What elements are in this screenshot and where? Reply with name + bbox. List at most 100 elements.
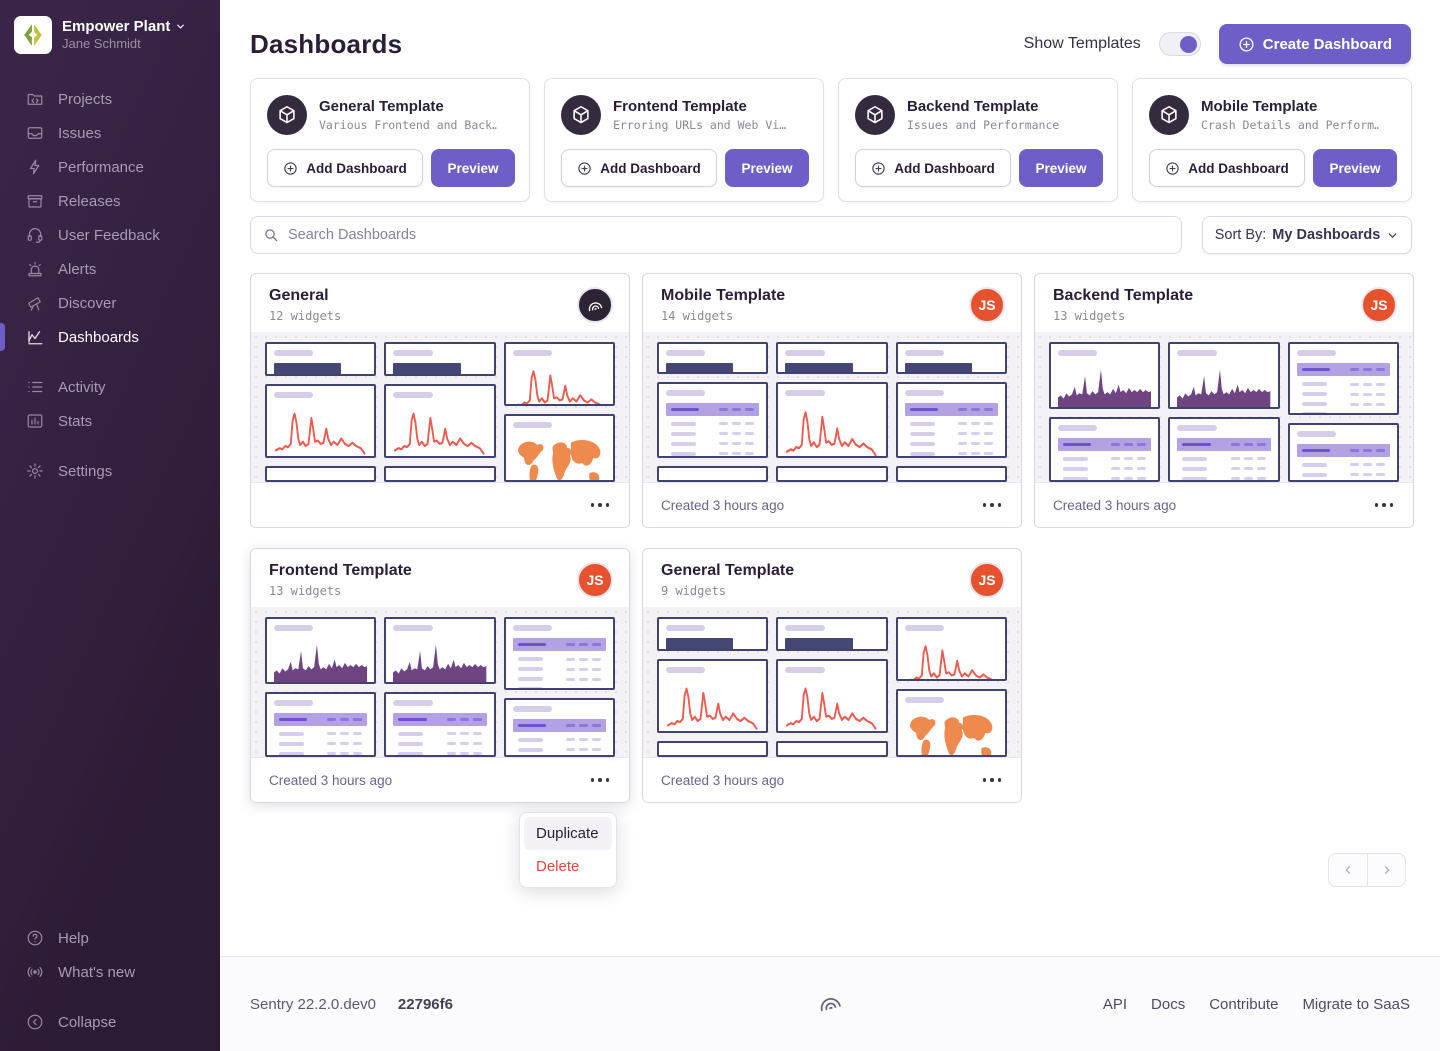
projects-icon — [26, 90, 44, 108]
widget-preview-column — [896, 617, 1007, 757]
preview-button[interactable]: Preview — [1019, 149, 1103, 187]
sidebar-item-label: Activity — [58, 379, 106, 396]
template-cube-icon — [267, 95, 307, 135]
sort-by-dropdown[interactable]: Sort By: My Dashboards — [1202, 216, 1412, 254]
widget-preview-column — [657, 617, 768, 757]
create-dashboard-button[interactable]: Create Dashboard — [1219, 24, 1411, 64]
dashboard-card-general-template[interactable]: General Template 9 widgets JS Created 3 … — [642, 548, 1022, 803]
sidebar-item-dashboards[interactable]: Dashboards — [0, 320, 220, 354]
widget-preview-tile-bignum — [896, 342, 1007, 374]
template-cube-icon — [1149, 95, 1189, 135]
dashboard-card-frontend-template[interactable]: Frontend Template 13 widgets JS Created … — [250, 548, 630, 803]
dashboard-preview — [643, 607, 1021, 757]
org-user-name: Jane Schmidt — [62, 36, 186, 52]
widget-preview-tile-stub — [776, 741, 887, 757]
overflow-menu-button[interactable] — [979, 772, 1006, 788]
sidebar-item-projects[interactable]: Projects — [0, 82, 220, 116]
show-templates-toggle[interactable] — [1159, 32, 1201, 56]
widget-preview-tile-line — [776, 382, 887, 458]
sidebar-item-stats[interactable]: Stats — [0, 404, 220, 438]
widget-preview-tile-area — [384, 617, 495, 684]
add-dashboard-button[interactable]: Add Dashboard — [855, 149, 1011, 187]
overflow-menu-button[interactable] — [979, 497, 1006, 513]
sidebar-item-alerts[interactable]: Alerts — [0, 252, 220, 286]
widget-preview-column — [896, 342, 1007, 482]
previous-page-button[interactable] — [1328, 853, 1367, 887]
dashboard-widget-count: 12 widgets — [269, 309, 341, 323]
sidebar-item-discover[interactable]: Discover — [0, 286, 220, 320]
dashboard-preview — [643, 332, 1021, 482]
widget-preview-tile-bignum — [657, 617, 768, 651]
widget-preview-tile-table — [1288, 423, 1399, 482]
template-cube-icon — [855, 95, 895, 135]
sidebar-collapse-button[interactable]: Collapse — [0, 1005, 220, 1039]
sidebar-item-label: Projects — [58, 91, 112, 108]
widget-preview-column — [504, 617, 615, 757]
sort-by-label: Sort By: — [1215, 227, 1267, 243]
preview-button[interactable]: Preview — [1313, 149, 1397, 187]
primary-nav: Projects Issues Performance Releases Use… — [0, 82, 220, 488]
dashboard-title: Mobile Template — [661, 287, 785, 305]
collapse-icon — [26, 1013, 44, 1031]
sidebar-item-releases[interactable]: Releases — [0, 184, 220, 218]
template-cube-icon — [561, 95, 601, 135]
widget-preview-tile-bignum — [657, 342, 768, 374]
widget-preview-tile-bignum — [384, 342, 495, 376]
sidebar-item-issues[interactable]: Issues — [0, 116, 220, 150]
add-dashboard-button[interactable]: Add Dashboard — [1149, 149, 1305, 187]
sidebar-item-help[interactable]: Help — [0, 921, 220, 955]
sidebar-item-activity[interactable]: Activity — [0, 370, 220, 404]
add-dashboard-button[interactable]: Add Dashboard — [561, 149, 717, 187]
dashboard-card-backend-template[interactable]: Backend Template 13 widgets JS Created 3… — [1034, 273, 1414, 528]
org-meta: Empower Plant Jane Schmidt — [62, 18, 186, 53]
footer-link-api[interactable]: API — [1103, 996, 1127, 1013]
widget-preview-tile-table — [896, 382, 1007, 458]
dashboard-preview — [1035, 332, 1413, 482]
overflow-menu-button[interactable] — [587, 772, 614, 788]
toggle-knob — [1180, 36, 1197, 53]
widget-preview-column — [384, 342, 495, 482]
dashboard-widget-count: 9 widgets — [661, 584, 794, 598]
widget-preview-tile-line — [776, 659, 887, 733]
empower-plant-logo-icon — [20, 22, 46, 48]
dashboard-preview — [251, 607, 629, 757]
sidebar-bottom-nav: Help What's new Collapse — [0, 921, 220, 1051]
footer-link-migrate[interactable]: Migrate to SaaS — [1302, 996, 1410, 1013]
sidebar-item-performance[interactable]: Performance — [0, 150, 220, 184]
footer-build-hash: 22796f6 — [398, 996, 453, 1013]
overflow-menu-button[interactable] — [1371, 497, 1398, 513]
template-description: Erroring URLs and Web Vi… — [613, 118, 786, 132]
next-page-button[interactable] — [1367, 853, 1406, 887]
help-icon — [26, 929, 44, 947]
page-header: Dashboards Show Templates Create Dashboa… — [220, 0, 1440, 64]
footer-link-contribute[interactable]: Contribute — [1209, 996, 1278, 1013]
widget-preview-tile-line — [265, 384, 376, 458]
add-dashboard-label: Add Dashboard — [1188, 161, 1289, 176]
overflow-menu-button[interactable] — [587, 497, 614, 513]
sidebar-item-whats-new[interactable]: What's new — [0, 955, 220, 989]
nav-gap — [0, 989, 220, 1005]
widget-preview-tile-area — [1168, 342, 1279, 409]
sidebar-item-user-feedback[interactable]: User Feedback — [0, 218, 220, 252]
widget-preview-column — [1168, 342, 1279, 482]
preview-button[interactable]: Preview — [431, 149, 515, 187]
performance-icon — [26, 158, 44, 176]
sort-by-value: My Dashboards — [1272, 227, 1380, 243]
dashboard-title: General — [269, 287, 341, 305]
org-switcher[interactable]: Empower Plant Jane Schmidt — [0, 0, 220, 68]
footer-link-docs[interactable]: Docs — [1151, 996, 1185, 1013]
menu-item-duplicate[interactable]: Duplicate — [524, 817, 612, 850]
preview-button[interactable]: Preview — [725, 149, 809, 187]
search-input[interactable] — [288, 227, 1169, 243]
dashboard-card-mobile-template[interactable]: Mobile Template 14 widgets JS Created 3 … — [642, 273, 1022, 528]
add-dashboard-button[interactable]: Add Dashboard — [267, 149, 423, 187]
dashboard-card-general[interactable]: General 12 widgets — [250, 273, 630, 528]
widget-preview-column — [265, 342, 376, 482]
plus-circle-icon — [1165, 161, 1180, 176]
widget-preview-column — [776, 342, 887, 482]
header-actions: Show Templates Create Dashboard — [1024, 24, 1411, 64]
widget-preview-tile-world — [896, 689, 1007, 757]
dashboards-page: Empower Plant Jane Schmidt Projects Issu… — [0, 0, 1440, 1051]
sidebar-item-settings[interactable]: Settings — [0, 454, 220, 488]
menu-item-delete[interactable]: Delete — [524, 850, 612, 883]
